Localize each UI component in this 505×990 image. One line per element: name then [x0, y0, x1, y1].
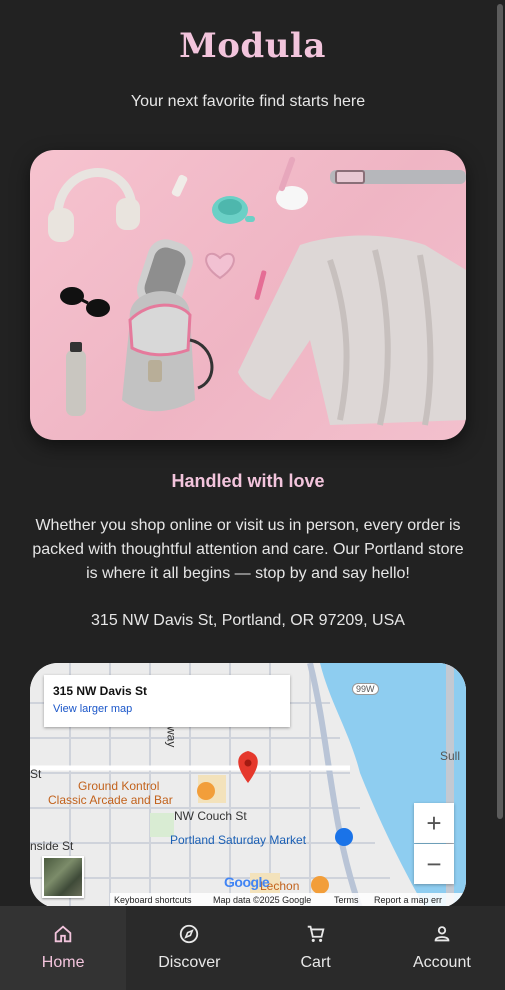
zoom-out-button[interactable]: −	[414, 844, 454, 884]
page-scrollbar[interactable]	[497, 4, 503, 819]
map-label: Portland Saturday Market	[170, 833, 307, 847]
home-icon	[54, 925, 72, 943]
tagline: Your next favorite find starts here	[130, 93, 366, 110]
heart-compact-icon	[205, 252, 235, 280]
google-logo: Google	[224, 874, 270, 890]
map-place-name: 315 NW Davis St	[53, 684, 148, 698]
map-data-credit: Map data ©2025 Google	[213, 895, 312, 905]
google-logo-text: Google	[224, 874, 270, 890]
view-larger-map-link[interactable]: View larger map	[53, 703, 132, 715]
map-label: nside St	[30, 839, 74, 853]
map-label: Ground Kontrol	[78, 779, 160, 793]
cart-icon	[307, 925, 325, 942]
pen-icon	[254, 270, 267, 300]
map-place-card: 315 NW Davis St View larger map	[44, 675, 290, 727]
backpack-icon	[122, 291, 214, 412]
section-title: Handled with love	[171, 471, 325, 491]
mug-icon	[212, 196, 255, 224]
brand-logo: Modula	[179, 26, 326, 66]
sweater-icon	[238, 235, 466, 426]
lipstick-icon	[171, 174, 188, 197]
map-label: Classic Arcade and Bar	[48, 793, 173, 807]
hero-image	[30, 150, 466, 440]
highway-shield: 99W	[352, 683, 379, 695]
satellite-toggle[interactable]	[42, 856, 84, 898]
nav-item-home[interactable]: Home	[0, 906, 127, 990]
terms-link[interactable]: Terms	[334, 895, 359, 905]
store-address: 315 NW Davis St, Portland, OR 97209, USA	[91, 612, 405, 629]
map-label: NW Couch St	[174, 809, 247, 823]
report-map-error-link[interactable]: Report a map err	[374, 895, 442, 905]
nav-item-account[interactable]: Account	[379, 906, 505, 990]
nav-label: Discover	[158, 954, 221, 971]
bottom-nav: Home Discover Cart Account	[0, 906, 505, 990]
nav-item-cart[interactable]: Cart	[253, 906, 379, 990]
nav-label: Account	[412, 954, 471, 971]
map-label: Sull	[440, 749, 461, 763]
zoom-in-button[interactable]: +	[414, 803, 454, 843]
compass-icon	[180, 924, 199, 944]
person-icon	[434, 926, 450, 942]
headphones-icon	[48, 168, 140, 242]
brush-icon	[276, 156, 308, 210]
sunglasses-icon	[60, 287, 110, 317]
embedded-map[interactable]: St nside St adway Ground Kontrol Classic…	[30, 663, 466, 908]
belt-icon	[330, 170, 466, 184]
about-text: Whether you shop online or visit us in p…	[32, 517, 464, 582]
keyboard-shortcuts-link[interactable]: Keyboard shortcuts	[114, 895, 192, 905]
bottle-icon	[66, 342, 86, 416]
map-label: St	[30, 767, 42, 781]
nav-item-discover[interactable]: Discover	[126, 906, 252, 990]
nav-label: Cart	[300, 954, 331, 971]
nav-label: Home	[41, 954, 85, 971]
